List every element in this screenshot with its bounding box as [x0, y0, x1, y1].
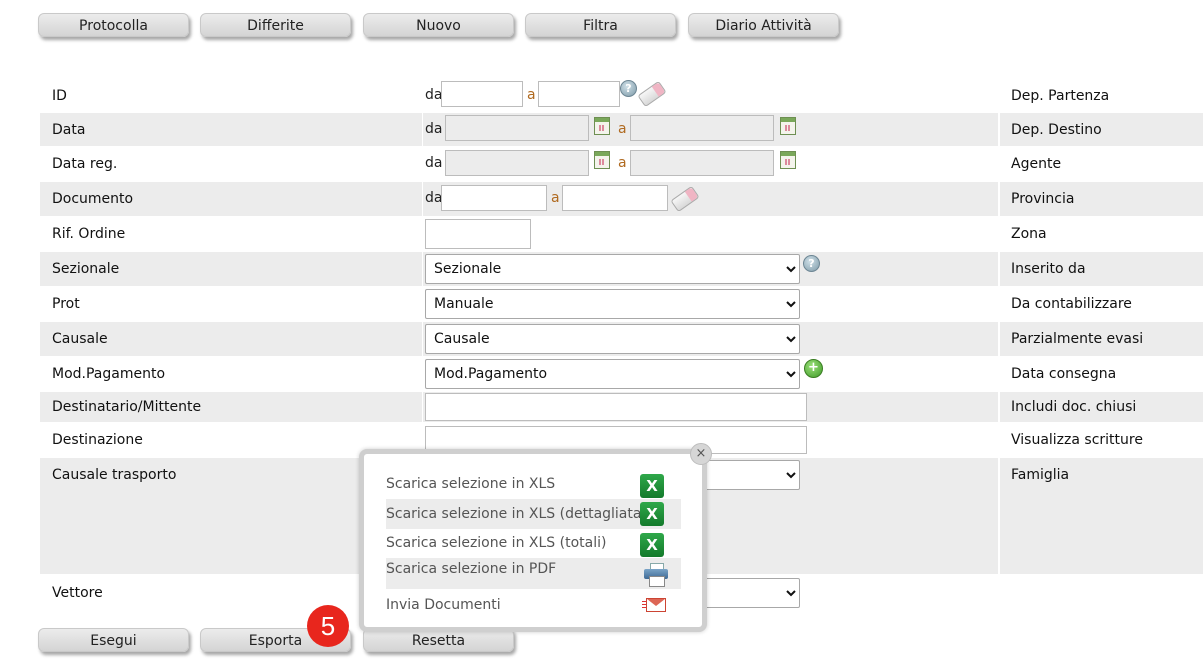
row-data-reg: Data reg. da a Agente: [40, 147, 1203, 181]
documento-from-label: da: [425, 190, 443, 206]
prot-select[interactable]: Manuale: [425, 289, 800, 319]
mail-icon: [642, 598, 666, 614]
excel-icon: X: [640, 502, 664, 526]
export-xls-totali-label: Scarica selezione in XLS (totali): [386, 535, 607, 551]
eraser-icon[interactable]: [670, 185, 700, 213]
parzialmente-evasi-label: Parzialmente evasi: [1011, 331, 1144, 347]
zona-label: Zona: [1011, 226, 1047, 242]
documento-label: Documento: [52, 191, 134, 207]
invia-documenti-label: Invia Documenti: [386, 597, 501, 613]
export-xls-dettagliata-item[interactable]: Scarica selezione in XLS (dettagliata) X: [386, 499, 681, 529]
data-consegna-label: Data consegna: [1011, 366, 1117, 382]
mod-pagamento-select[interactable]: Mod.Pagamento: [425, 359, 800, 389]
id-label: ID: [52, 87, 67, 104]
visualizza-scritture-label: Visualizza scritture: [1011, 432, 1143, 448]
row-sezionale: Sezionale Sezionale ? Inserito da: [40, 252, 1203, 286]
agente-label: Agente: [1011, 156, 1062, 172]
protocolla-button[interactable]: Protocolla: [38, 13, 189, 37]
causale-trasporto-label: Causale trasporto: [52, 467, 177, 483]
excel-icon: X: [640, 533, 664, 557]
step-badge: 5: [307, 605, 349, 647]
export-xls-label: Scarica selezione in XLS: [386, 476, 556, 492]
data-label: Data: [52, 121, 86, 138]
export-pdf-item[interactable]: Scarica selezione in PDF: [386, 558, 681, 589]
filtra-button[interactable]: Filtra: [525, 13, 676, 37]
export-menu: Scarica selezione in XLS X Scarica selez…: [359, 449, 707, 632]
inserito-da-label: Inserito da: [1011, 261, 1086, 277]
prot-label: Prot: [52, 296, 80, 312]
row-data: Data da a Dep. Destino: [40, 113, 1203, 146]
documento-to-input[interactable]: [562, 185, 668, 211]
da-contabilizzare-label: Da contabilizzare: [1011, 296, 1132, 312]
export-pdf-label: Scarica selezione in PDF: [386, 561, 557, 577]
row-causale: Causale Causale Parzialmente evasi: [40, 322, 1203, 356]
printer-icon: [644, 563, 668, 587]
data-from-input[interactable]: [445, 115, 589, 141]
differite-button[interactable]: Differite: [200, 13, 351, 37]
data-reg-to-label: a: [618, 155, 627, 171]
export-xls-totali-item[interactable]: Scarica selezione in XLS (totali) X: [386, 528, 681, 558]
famiglia-label: Famiglia: [1011, 467, 1070, 483]
calendar-icon[interactable]: [594, 151, 610, 169]
documento-from-input[interactable]: [441, 185, 547, 211]
causale-select[interactable]: Causale: [425, 324, 800, 354]
row-rif-ordine: Rif. Ordine Zona: [40, 217, 1203, 251]
mod-pagamento-label: Mod.Pagamento: [52, 366, 166, 382]
sezionale-select[interactable]: Sezionale: [425, 254, 800, 284]
calendar-icon[interactable]: [594, 117, 610, 135]
destinatario-input[interactable]: [425, 393, 807, 421]
data-to-input[interactable]: [630, 115, 774, 141]
row-mod-pagamento: Mod.Pagamento Mod.Pagamento + Data conse…: [40, 357, 1203, 391]
export-xls-dettagliata-label: Scarica selezione in XLS (dettagliata): [386, 506, 647, 522]
id-to-label: a: [527, 87, 536, 103]
sezionale-label: Sezionale: [52, 261, 120, 277]
destinazione-label: Destinazione: [52, 432, 143, 448]
add-icon[interactable]: +: [804, 359, 823, 378]
row-prot: Prot Manuale Da contabilizzare: [40, 287, 1203, 321]
id-from-label: da: [425, 87, 443, 103]
row-documento: Documento da a Provincia: [40, 182, 1203, 216]
help-icon[interactable]: ?: [620, 80, 637, 97]
eraser-icon[interactable]: [637, 80, 667, 108]
nuovo-button[interactable]: Nuovo: [363, 13, 514, 37]
export-xls-item[interactable]: Scarica selezione in XLS X: [386, 469, 681, 499]
excel-icon: X: [640, 474, 664, 498]
dep-destino-label: Dep. Destino: [1011, 121, 1102, 138]
invia-documenti-item[interactable]: Invia Documenti: [386, 590, 681, 620]
data-reg-to-input[interactable]: [630, 150, 774, 176]
id-to-input[interactable]: [538, 81, 620, 107]
causale-label: Causale: [52, 331, 108, 347]
row-destinatario: Destinatario/Mittente Includi doc. chius…: [40, 392, 1203, 422]
calendar-icon[interactable]: [780, 151, 796, 169]
rif-ordine-label: Rif. Ordine: [52, 226, 126, 242]
esegui-button[interactable]: Esegui: [38, 628, 189, 652]
rif-ordine-input[interactable]: [425, 219, 531, 249]
data-reg-from-label: da: [425, 155, 443, 171]
close-icon[interactable]: ×: [690, 443, 712, 465]
dep-partenza-label: Dep. Partenza: [1011, 87, 1110, 104]
data-to-label: a: [618, 121, 627, 137]
includi-doc-chiusi-label: Includi doc. chiusi: [1011, 399, 1137, 415]
calendar-icon[interactable]: [780, 117, 796, 135]
id-from-input[interactable]: [441, 81, 523, 107]
help-icon[interactable]: ?: [803, 255, 820, 272]
data-reg-label: Data reg.: [52, 156, 118, 172]
data-from-label: da: [425, 121, 443, 137]
data-reg-from-input[interactable]: [445, 150, 589, 176]
documento-to-label: a: [551, 190, 560, 206]
row-id: ID da a ? Dep. Partenza: [40, 79, 1203, 112]
vettore-label: Vettore: [52, 585, 103, 601]
destinatario-label: Destinatario/Mittente: [52, 399, 202, 415]
diario-attivita-button[interactable]: Diario Attività: [688, 13, 839, 37]
provincia-label: Provincia: [1011, 191, 1075, 207]
